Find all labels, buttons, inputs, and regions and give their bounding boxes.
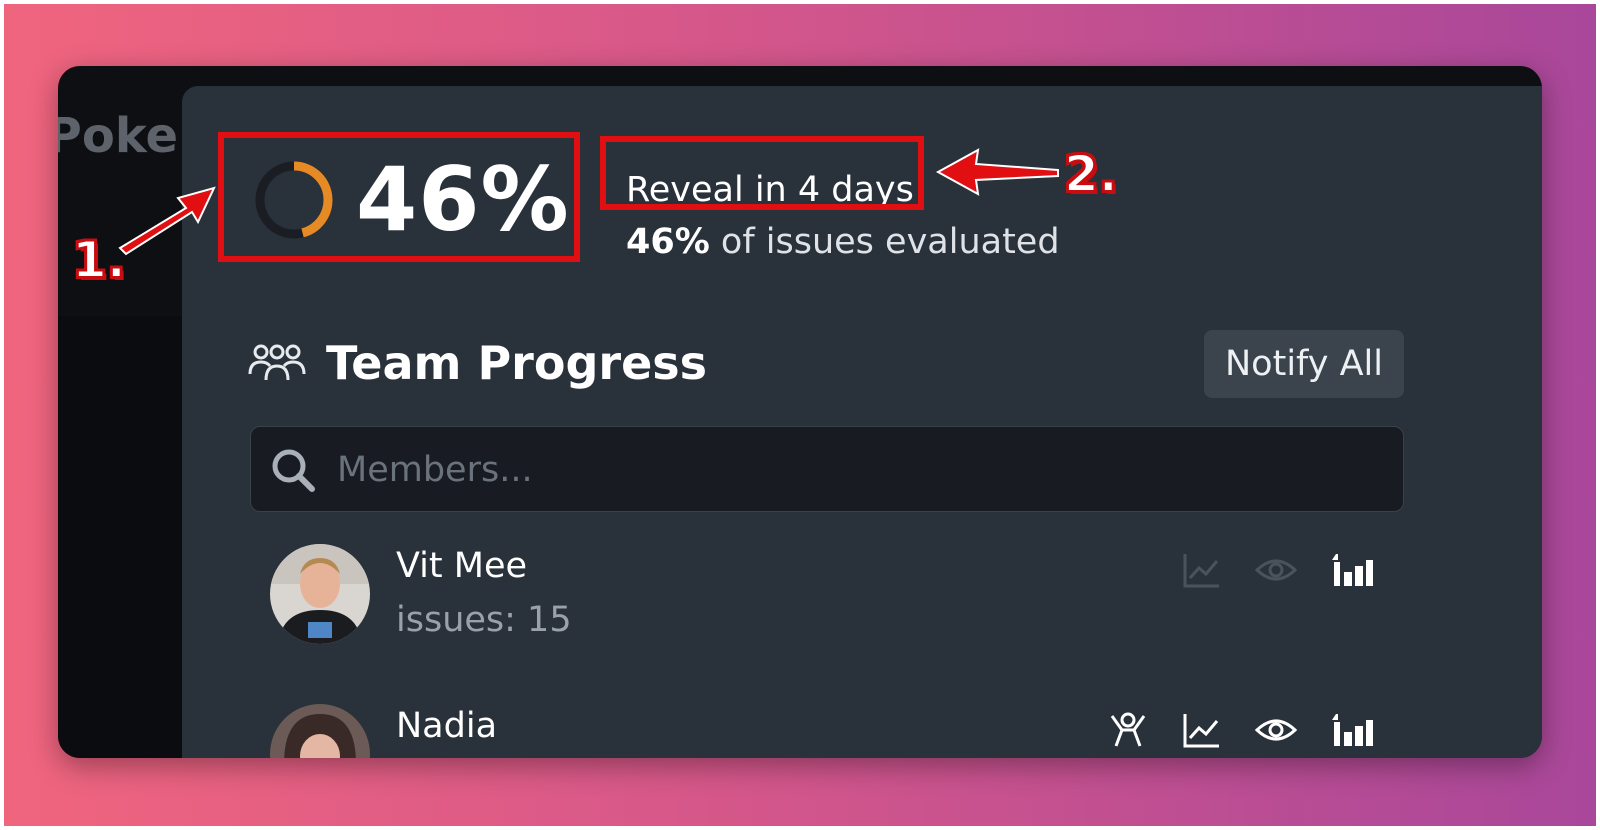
section-title: Team Progress <box>326 336 708 390</box>
sidebar-strip <box>58 316 183 758</box>
search-input[interactable] <box>335 441 1379 499</box>
background-app-title: Poke <box>58 108 178 164</box>
eye-icon[interactable] <box>1254 550 1298 590</box>
member-name: Vit Mee <box>396 546 528 586</box>
member-row[interactable]: Nadia <box>270 704 1400 758</box>
evaluated-text: of issues evaluated <box>709 222 1060 262</box>
annotation-label-2: 2. <box>1063 145 1119 203</box>
figure-icon[interactable] <box>1106 710 1150 750</box>
member-issues: issues: 15 <box>396 600 572 640</box>
trend-chart-icon[interactable] <box>1180 710 1224 750</box>
annotation-box-1 <box>218 132 580 262</box>
member-name: Nadia <box>396 706 498 746</box>
evaluated-summary: 46% of issues evaluated <box>626 220 1060 264</box>
trend-chart-icon[interactable] <box>1180 550 1224 590</box>
member-search <box>250 426 1404 512</box>
team-icon <box>248 344 306 381</box>
eye-icon[interactable] <box>1254 710 1298 750</box>
annotation-label-1: 1. <box>71 231 127 289</box>
ranking-bars-icon[interactable] <box>1330 710 1374 750</box>
notify-all-button[interactable]: Notify All <box>1204 330 1404 398</box>
ranking-bars-icon[interactable] <box>1330 550 1374 590</box>
annotation-box-2 <box>600 136 924 210</box>
search-icon <box>272 449 315 492</box>
avatar <box>270 704 370 758</box>
member-row[interactable]: Vit Mee issues: 15 <box>270 544 1400 664</box>
evaluated-percent: 46% <box>626 222 710 262</box>
avatar <box>270 544 370 644</box>
